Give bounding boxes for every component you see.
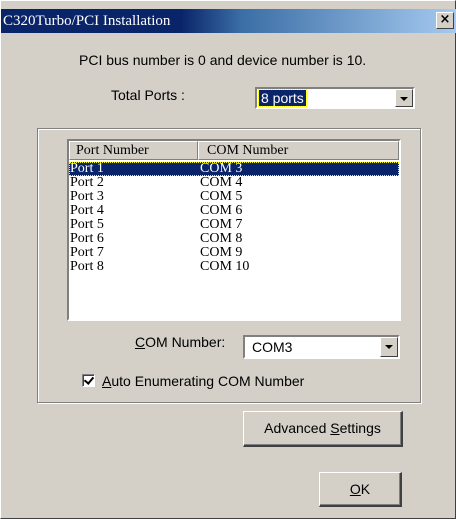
port-number-cell: Port 7 xyxy=(70,245,104,260)
port-list-row[interactable]: Port 8 COM 10 xyxy=(69,260,399,274)
port-list-row[interactable]: Port 6 COM 8 xyxy=(69,232,399,246)
port-list-row[interactable]: Port 1 COM 3 xyxy=(69,162,399,176)
total-ports-dropdown[interactable]: 8 ports xyxy=(255,87,415,109)
com-number-dropdown[interactable]: COM3 xyxy=(243,335,400,359)
port-number-cell: Port 4 xyxy=(70,203,104,218)
port-list-row[interactable]: Port 5 COM 7 xyxy=(69,218,399,232)
auto-enumerate-checkbox[interactable] xyxy=(82,374,95,387)
port-number-cell: Port 1 xyxy=(70,161,104,176)
chevron-down-icon[interactable] xyxy=(380,337,398,357)
com-number-cell: COM 6 xyxy=(200,203,243,218)
com-number-label: COM Number: xyxy=(135,334,226,350)
com-number-cell: COM 10 xyxy=(200,259,250,274)
pci-info-text: PCI bus number is 0 and device number is… xyxy=(79,52,367,68)
port-number-cell: Port 5 xyxy=(70,217,104,232)
total-ports-value: 8 ports xyxy=(258,89,307,107)
advanced-settings-button[interactable]: Advanced Settings xyxy=(243,411,403,447)
port-number-cell: Port 3 xyxy=(70,189,104,204)
window-title: C320Turbo/PCI Installation xyxy=(3,13,171,29)
port-number-cell: Port 6 xyxy=(70,231,104,246)
port-list-row[interactable]: Port 2 COM 4 xyxy=(69,176,399,190)
installation-dialog: C320Turbo/PCI Installation × PCI bus num… xyxy=(0,0,456,519)
com-number-cell: COM 3 xyxy=(200,161,243,176)
ok-button[interactable]: OK xyxy=(319,472,402,507)
total-ports-label: Total Ports : xyxy=(111,87,185,103)
auto-enumerate-label[interactable]: Auto Enumerating COM Number xyxy=(102,373,304,389)
com-number-cell: COM 4 xyxy=(200,175,243,190)
title-bar[interactable]: C320Turbo/PCI Installation × xyxy=(1,9,456,33)
port-number-cell: Port 8 xyxy=(70,259,104,274)
port-list-row[interactable]: Port 3 COM 5 xyxy=(69,190,399,204)
close-button[interactable]: × xyxy=(436,12,454,29)
com-number-cell: COM 9 xyxy=(200,245,243,260)
com-number-cell: COM 8 xyxy=(200,231,243,246)
port-list[interactable]: Port Number COM Number Port 1 COM 3 Port 2… xyxy=(67,139,401,321)
port-list-row[interactable]: Port 4 COM 6 xyxy=(69,204,399,218)
column-header-com-number[interactable]: COM Number xyxy=(198,141,399,160)
chevron-down-icon[interactable] xyxy=(395,89,413,107)
port-list-row[interactable]: Port 7 COM 9 xyxy=(69,246,399,260)
com-number-cell: COM 7 xyxy=(200,217,243,232)
com-number-cell: COM 5 xyxy=(200,189,243,204)
column-header-port-number[interactable]: Port Number xyxy=(69,141,198,160)
port-number-cell: Port 2 xyxy=(70,175,104,190)
com-number-value: COM3 xyxy=(252,339,293,355)
